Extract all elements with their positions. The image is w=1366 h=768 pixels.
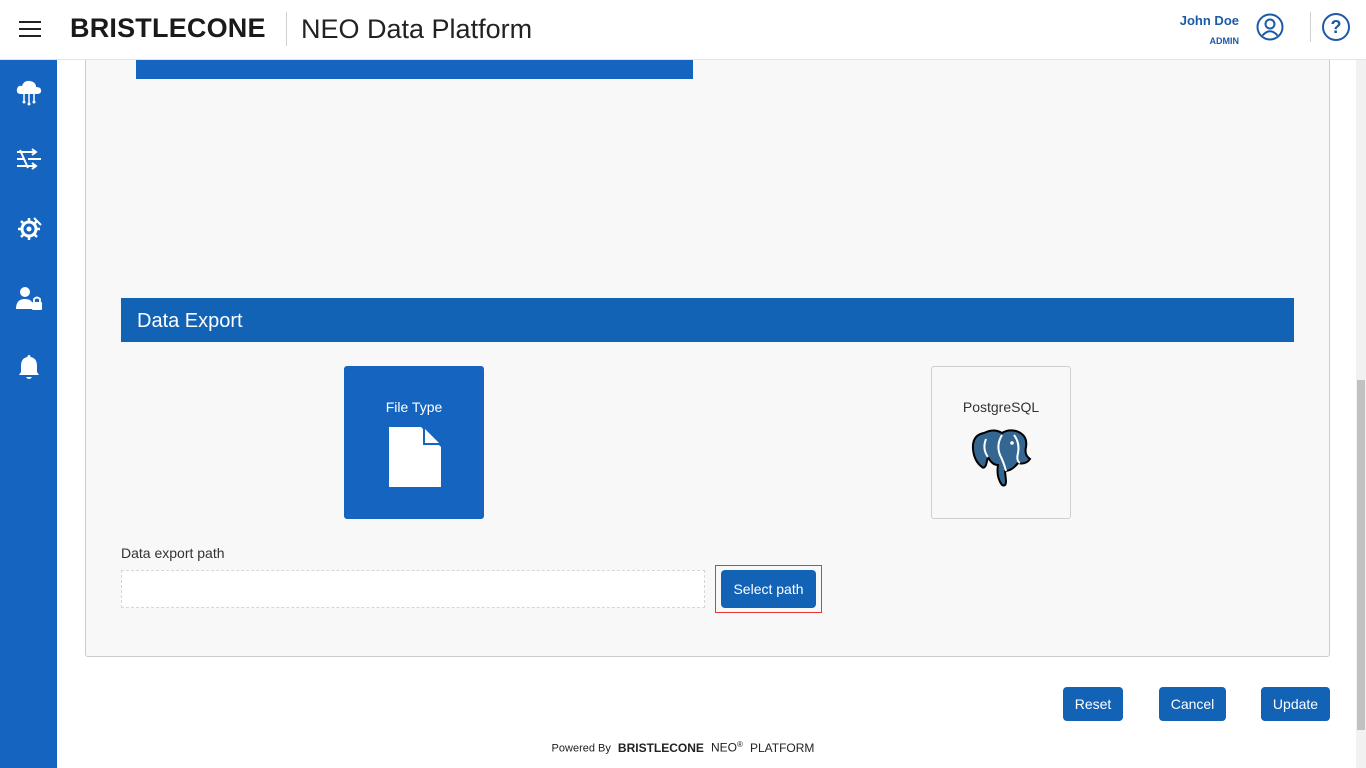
user-role: ADMIN [1209, 36, 1240, 46]
header-divider [286, 12, 287, 46]
main-panel [85, 40, 1330, 657]
footer: Powered By BRISTLECONE NEO® PLATFORM [0, 740, 1366, 755]
data-export-path-input[interactable] [121, 570, 705, 608]
user-avatar-icon[interactable] [1256, 13, 1284, 41]
cloud-network-icon[interactable] [14, 76, 44, 106]
scrollbar-thumb[interactable] [1357, 380, 1365, 730]
cancel-button[interactable]: Cancel [1159, 687, 1226, 721]
file-icon [389, 427, 441, 487]
menu-icon[interactable] [19, 21, 41, 39]
footer-powered-by: Powered By [551, 742, 611, 755]
postgresql-elephant-icon [971, 429, 1032, 487]
top-header: BRISTLECONE NEO Data Platform John Doe A… [0, 0, 1366, 60]
data-export-header: Data Export [121, 298, 1294, 342]
flow-arrows-icon[interactable] [14, 144, 44, 174]
user-name[interactable]: John Doe [1180, 13, 1239, 28]
help-icon[interactable]: ? [1321, 12, 1351, 42]
footer-registered: ® [737, 740, 743, 749]
settings-tools-icon[interactable] [14, 214, 44, 244]
data-export-path-label: Data export path [121, 545, 225, 561]
file-type-option[interactable]: File Type [344, 366, 484, 519]
postgresql-label: PostgreSQL [962, 399, 1040, 415]
previous-section-header [136, 60, 693, 79]
app-title: NEO Data Platform [301, 14, 533, 44]
reset-button[interactable]: Reset [1063, 687, 1123, 721]
footer-neo: NEO [711, 740, 738, 755]
brand-logo: BRISTLECONE [70, 13, 266, 43]
user-lock-icon[interactable] [14, 284, 44, 314]
select-path-button[interactable]: Select path [721, 570, 816, 608]
svg-text:?: ? [1331, 17, 1342, 37]
left-sidebar [0, 60, 57, 768]
file-type-label: File Type [385, 399, 443, 415]
footer-brand: BRISTLECONE [617, 740, 704, 755]
header-divider-right [1310, 12, 1311, 42]
update-button[interactable]: Update [1261, 687, 1330, 721]
postgresql-option[interactable]: PostgreSQL [931, 366, 1071, 519]
footer-platform: PLATFORM [749, 740, 815, 755]
bell-icon[interactable] [14, 352, 44, 382]
